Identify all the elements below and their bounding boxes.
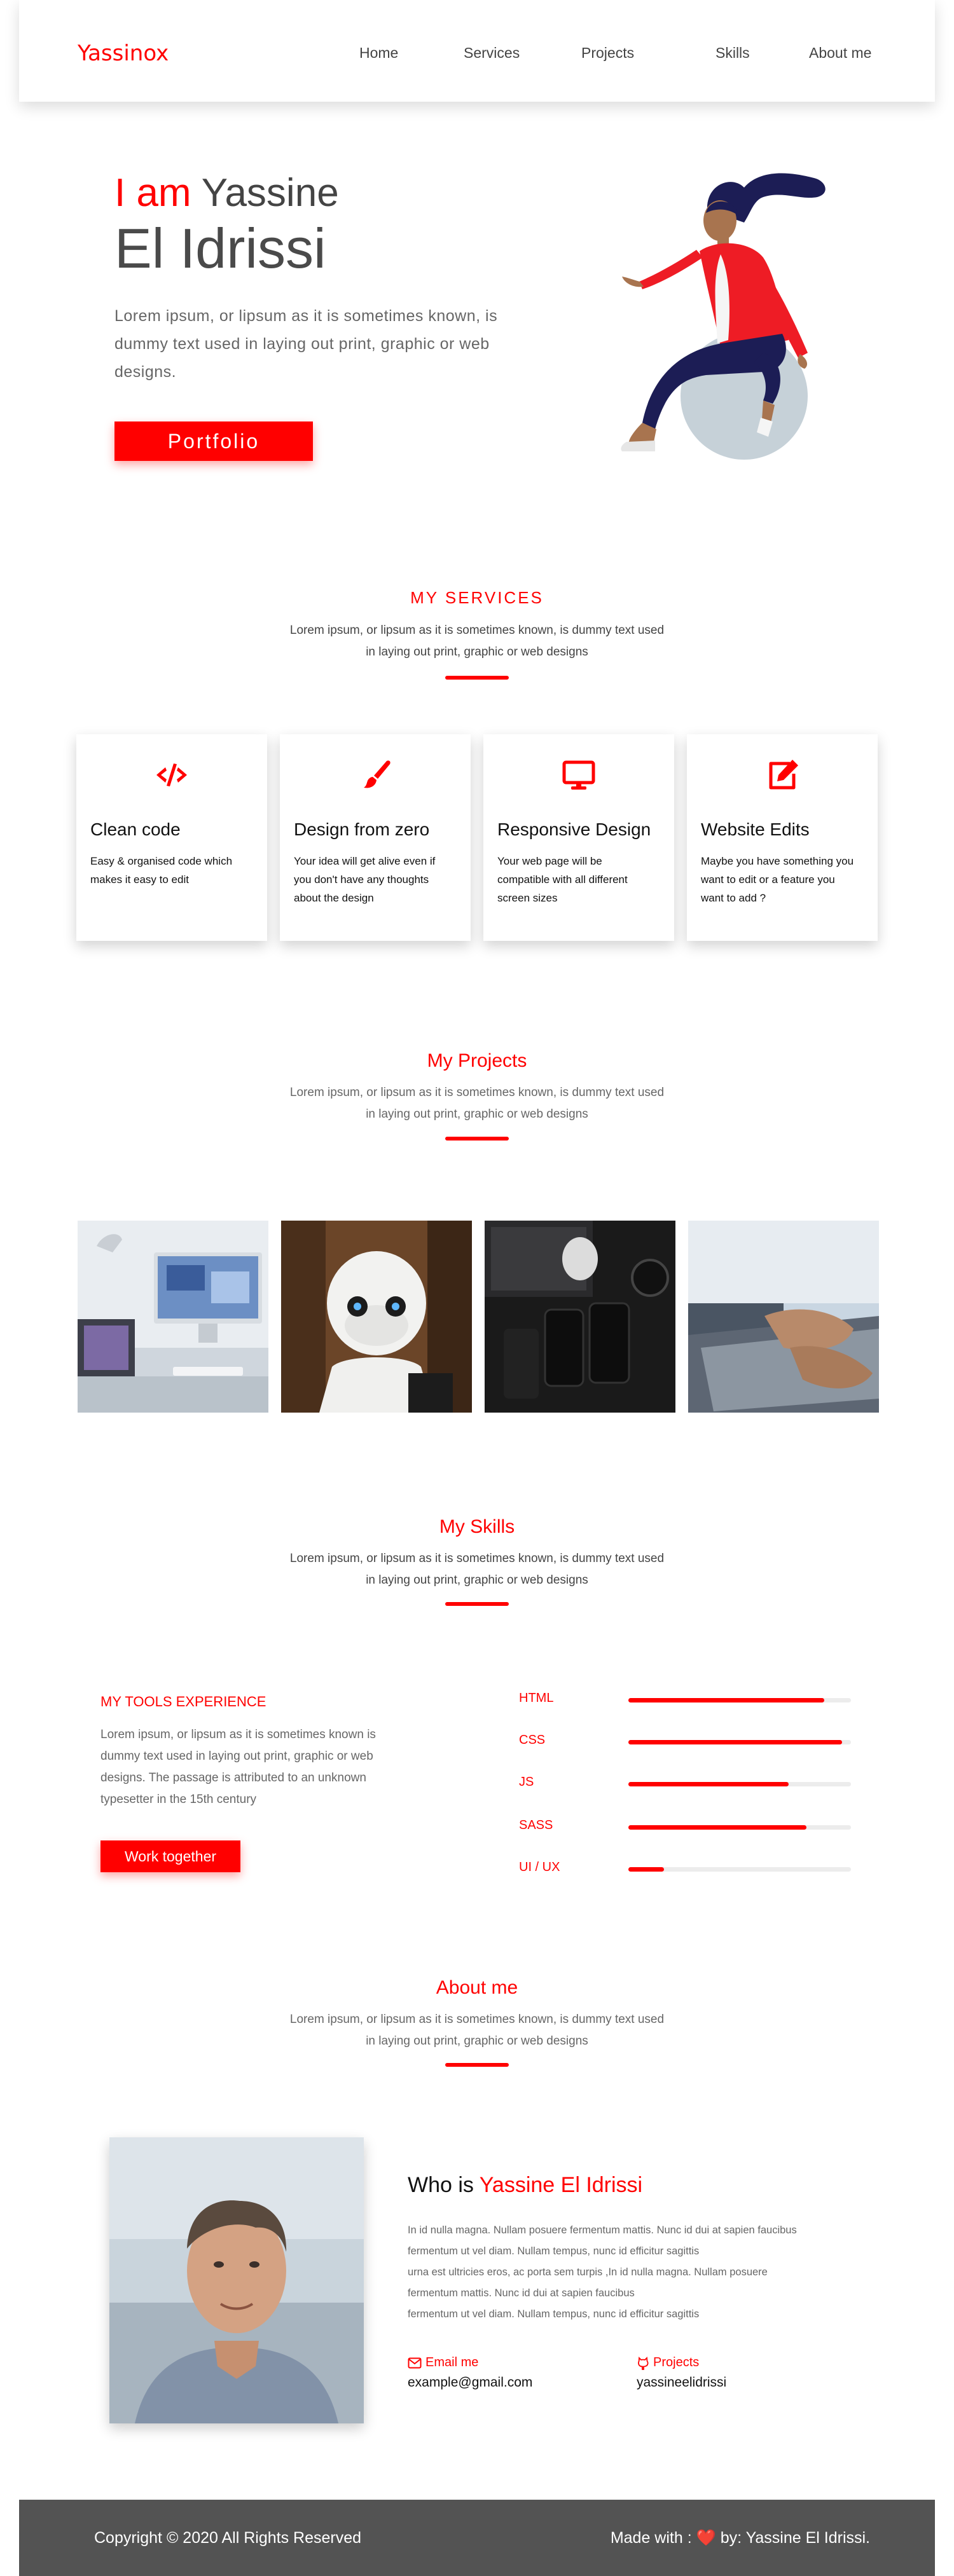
service-card-edits[interactable]: Website Edits Maybe you have something y…	[687, 734, 878, 941]
service-title: Website Edits	[701, 819, 810, 839]
envelope-icon	[408, 2357, 422, 2368]
about-subtitle: Lorem ipsum, or lipsum as it is sometime…	[289, 2013, 665, 2048]
about-line: fermentum ut vel diam. Nullam tempus, nu…	[408, 2308, 700, 2320]
about-line: fermentum ut vel diam. Nullam tempus, nu…	[408, 2245, 700, 2257]
skill-bar-fill	[628, 1698, 824, 1702]
made-with-author: by: Yassine El Idrissi.	[720, 2529, 870, 2547]
skill-label: SASS	[519, 1818, 553, 1832]
email-label: Email me	[425, 2355, 479, 2369]
about-heading-name: Yassine El Idrissi	[479, 2173, 643, 2197]
service-title: Design from zero	[294, 819, 430, 839]
nav-link-home[interactable]: Home	[359, 45, 398, 62]
about-divider	[445, 2063, 509, 2067]
skill-label: JS	[519, 1775, 534, 1789]
skill-label: CSS	[519, 1733, 546, 1747]
about-line: urna est ultricies eros, ac porta sem tu…	[408, 2266, 768, 2278]
navbar: Yassinox Home Services Projects Skills A…	[19, 0, 935, 102]
hero-description: Lorem ipsum, or lipsum as it is sometime…	[114, 307, 498, 381]
tools-description: Lorem ipsum, or lipsum as it is sometime…	[100, 1728, 376, 1806]
footer: Copyright © 2020 All Rights Reserved Mad…	[19, 2500, 935, 2576]
projects-divider	[445, 1137, 509, 1141]
about-line: fermentum mattis. Nunc id dui at sapien …	[408, 2287, 635, 2299]
work-together-button[interactable]: Work together	[100, 1840, 240, 1872]
portfolio-button[interactable]: Portfolio	[114, 421, 313, 461]
hero-intro: I am	[114, 171, 191, 215]
github-icon	[638, 2356, 649, 2370]
about-line: In id nulla magna. Nullam posuere fermen…	[408, 2224, 797, 2236]
skill-bar-fill	[628, 1740, 842, 1744]
hero-last-name: El Idrissi	[114, 217, 326, 280]
skill-bar-fill	[628, 1867, 664, 1872]
made-with-prefix: Made with :	[610, 2529, 692, 2547]
robot-image[interactable]	[281, 1221, 472, 1413]
edit-icon	[769, 760, 798, 790]
desk-computer-image[interactable]	[78, 1221, 268, 1413]
skill-bar-fill	[628, 1825, 806, 1830]
about-heading-prefix: Who is	[408, 2173, 474, 2197]
nav-link-about[interactable]: About me	[809, 45, 871, 62]
projects-label: Projects	[653, 2355, 700, 2369]
skill-bar	[628, 1782, 851, 1786]
made-with-text: Made with : ❤️ by: Yassine El Idrissi.	[611, 2529, 870, 2547]
paint-brush-icon	[364, 760, 391, 788]
projects-value[interactable]: yassineelidrissi	[637, 2375, 726, 2390]
service-description: Your web page will be compatible with al…	[497, 855, 628, 904]
nav-link-projects[interactable]: Projects	[581, 45, 634, 62]
hero-greeting: I am Yassine	[114, 170, 339, 216]
hero-illustration	[621, 173, 826, 460]
service-card-responsive[interactable]: Responsive Design Your web page will be …	[483, 734, 674, 941]
service-card-clean-code[interactable]: Clean code Easy & organised code which m…	[76, 734, 267, 941]
code-icon	[156, 764, 187, 786]
email-link[interactable]: Email me	[408, 2355, 478, 2370]
services-subtitle: Lorem ipsum, or lipsum as it is sometime…	[289, 624, 665, 659]
nav-link-skills[interactable]: Skills	[716, 45, 750, 62]
services-divider	[445, 676, 509, 680]
skill-bar	[628, 1825, 851, 1830]
service-title: Responsive Design	[497, 819, 651, 839]
skill-label: HTML	[519, 1691, 554, 1705]
profile-photo	[109, 2137, 364, 2423]
hero-first-name: Yassine	[201, 171, 339, 215]
projects-link[interactable]: Projects	[637, 2355, 699, 2370]
portfolio-page: Yassinox Home Services Projects Skills A…	[0, 0, 954, 2576]
skill-bar	[628, 1867, 851, 1872]
skill-bar-fill	[628, 1782, 789, 1786]
projects-subtitle: Lorem ipsum, or lipsum as it is sometime…	[289, 1086, 665, 1121]
services-title: MY SERVICES	[410, 588, 544, 607]
nav-link-services[interactable]: Services	[464, 45, 520, 62]
projects-title: My Projects	[427, 1050, 527, 1071]
service-description: Your idea will get alive even if you don…	[294, 855, 436, 904]
skills-title: My Skills	[439, 1516, 515, 1537]
skill-bar	[628, 1698, 851, 1702]
skills-divider	[445, 1602, 509, 1606]
service-description: Easy & organised code which makes it eas…	[90, 855, 233, 886]
about-title: About me	[436, 1977, 518, 1998]
about-description: In id nulla magna. Nullam posuere fermen…	[408, 2220, 853, 2325]
service-card-design[interactable]: Design from zero Your idea will get aliv…	[280, 734, 471, 941]
copyright-text: Copyright © 2020 All Rights Reserved	[94, 2529, 362, 2547]
typing-laptop-image[interactable]	[688, 1221, 879, 1413]
desktop-icon	[562, 760, 595, 790]
skill-bar	[628, 1740, 851, 1744]
about-heading: Who is Yassine El Idrissi	[408, 2173, 642, 2198]
laptop-phones-image[interactable]	[485, 1221, 675, 1413]
brand-logo[interactable]: Yassinox	[78, 41, 169, 66]
service-description: Maybe you have something you want to edi…	[701, 855, 854, 904]
tools-title: MY TOOLS EXPERIENCE	[100, 1694, 266, 1709]
service-title: Clean code	[90, 819, 181, 839]
skill-label: UI / UX	[519, 1860, 560, 1874]
skills-subtitle: Lorem ipsum, or lipsum as it is sometime…	[289, 1552, 665, 1587]
heart-icon: ❤️	[696, 2529, 716, 2547]
email-value[interactable]: example@gmail.com	[408, 2375, 532, 2390]
